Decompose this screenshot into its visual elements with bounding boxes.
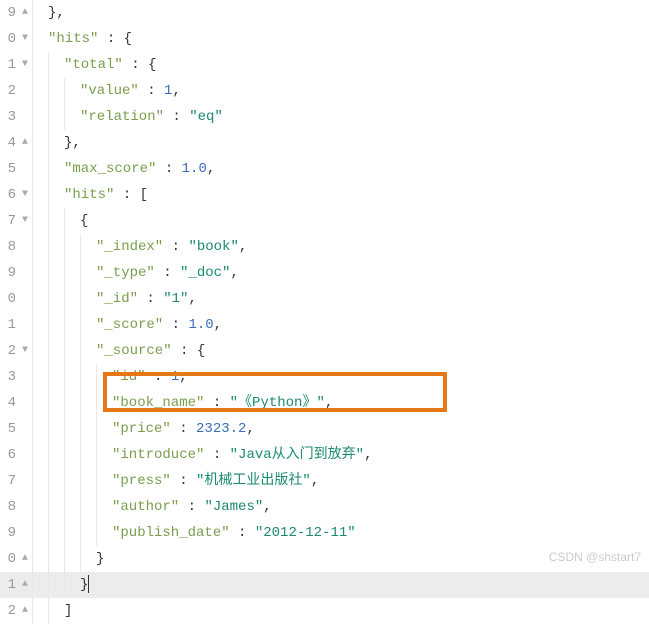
line-number: 0 <box>8 286 16 312</box>
code-text: : { <box>172 343 206 359</box>
line-number: 3 <box>8 104 16 130</box>
json-key: "_type" <box>96 265 155 281</box>
json-key: "book_name" <box>112 395 204 411</box>
line-number: 6 <box>8 182 16 208</box>
json-key: "value" <box>80 83 139 99</box>
line-number: 4 <box>8 390 16 416</box>
json-value: "book" <box>188 239 238 255</box>
line-number: 0 <box>8 26 16 52</box>
line-number: 7 <box>8 468 16 494</box>
line-number: 7 <box>8 208 16 234</box>
line-number: 4 <box>8 130 16 156</box>
json-key: "press" <box>112 473 171 489</box>
json-value: 1.0 <box>188 317 213 333</box>
json-value: "1" <box>163 291 188 307</box>
json-key: "publish_date" <box>112 525 230 541</box>
json-value: "_doc" <box>180 265 230 281</box>
json-key: "_score" <box>96 317 163 333</box>
fold-down-icon[interactable]: ▼ <box>18 208 28 234</box>
code-text: : [ <box>114 187 148 203</box>
fold-up-icon[interactable]: ▲ <box>18 572 28 598</box>
json-key: "relation" <box>80 109 164 125</box>
line-number: 9 <box>8 0 16 26</box>
line-number: 1 <box>8 572 16 598</box>
fold-down-icon[interactable]: ▼ <box>18 52 28 78</box>
line-number: 0 <box>8 546 16 572</box>
line-number: 9 <box>8 520 16 546</box>
json-value: "2012-12-11" <box>255 525 356 541</box>
line-gutter: 9▲ 0▼ 1▼ 2 3 4▲ 5 6▼ 7▼ 8 9 0 1 2▼ 3 4 5… <box>0 0 32 624</box>
code-text: { <box>80 213 88 229</box>
json-value: 2323.2 <box>196 421 246 437</box>
json-key: "_index" <box>96 239 163 255</box>
json-value: "《Python》" <box>230 395 325 411</box>
json-key: "total" <box>64 57 123 73</box>
json-key: "price" <box>112 421 171 437</box>
code-text: }, <box>48 5 65 21</box>
line-number: 6 <box>8 442 16 468</box>
json-key: "_id" <box>96 291 138 307</box>
line-number: 9 <box>8 260 16 286</box>
code-text: }, <box>64 135 81 151</box>
code-area[interactable]: }, "hits" : { "total" : { "value" : 1, "… <box>32 0 649 624</box>
json-key: "max_score" <box>64 161 156 177</box>
fold-up-icon[interactable]: ▲ <box>18 130 28 156</box>
code-text: ] <box>64 603 72 619</box>
line-number: 5 <box>8 416 16 442</box>
json-key: "introduce" <box>112 447 204 463</box>
line-number: 2 <box>8 338 16 364</box>
json-value: "机械工业出版社" <box>196 473 311 489</box>
code-text: } <box>96 551 104 567</box>
line-number: 8 <box>8 234 16 260</box>
code-text: } <box>80 577 88 593</box>
json-value: "Java从入门到放弃" <box>230 447 364 463</box>
json-key: "id" <box>112 369 146 385</box>
json-key: "_source" <box>96 343 172 359</box>
json-key: "author" <box>112 499 179 515</box>
json-value: 1 <box>171 369 179 385</box>
code-text: : { <box>98 31 132 47</box>
line-number: 1 <box>8 52 16 78</box>
fold-down-icon[interactable]: ▼ <box>18 26 28 52</box>
line-number: 1 <box>8 312 16 338</box>
fold-up-icon[interactable]: ▲ <box>18 598 28 624</box>
line-number: 5 <box>8 156 16 182</box>
fold-up-icon[interactable]: ▲ <box>18 0 28 26</box>
line-number: 8 <box>8 494 16 520</box>
json-value: 1.0 <box>182 161 207 177</box>
json-value: "eq" <box>189 109 223 125</box>
fold-up-icon[interactable]: ▲ <box>18 546 28 572</box>
fold-down-icon[interactable]: ▼ <box>18 182 28 208</box>
code-editor[interactable]: 9▲ 0▼ 1▼ 2 3 4▲ 5 6▼ 7▼ 8 9 0 1 2▼ 3 4 5… <box>0 0 649 624</box>
watermark: CSDN @shstart7 <box>549 550 641 564</box>
code-text: : { <box>123 57 157 73</box>
json-value: "James" <box>204 499 263 515</box>
line-number: 3 <box>8 364 16 390</box>
text-cursor <box>88 575 89 593</box>
line-number: 2 <box>8 78 16 104</box>
json-key: "hits" <box>64 187 114 203</box>
json-key: "hits" <box>48 31 98 47</box>
fold-down-icon[interactable]: ▼ <box>18 338 28 364</box>
line-number: 2 <box>8 598 16 624</box>
